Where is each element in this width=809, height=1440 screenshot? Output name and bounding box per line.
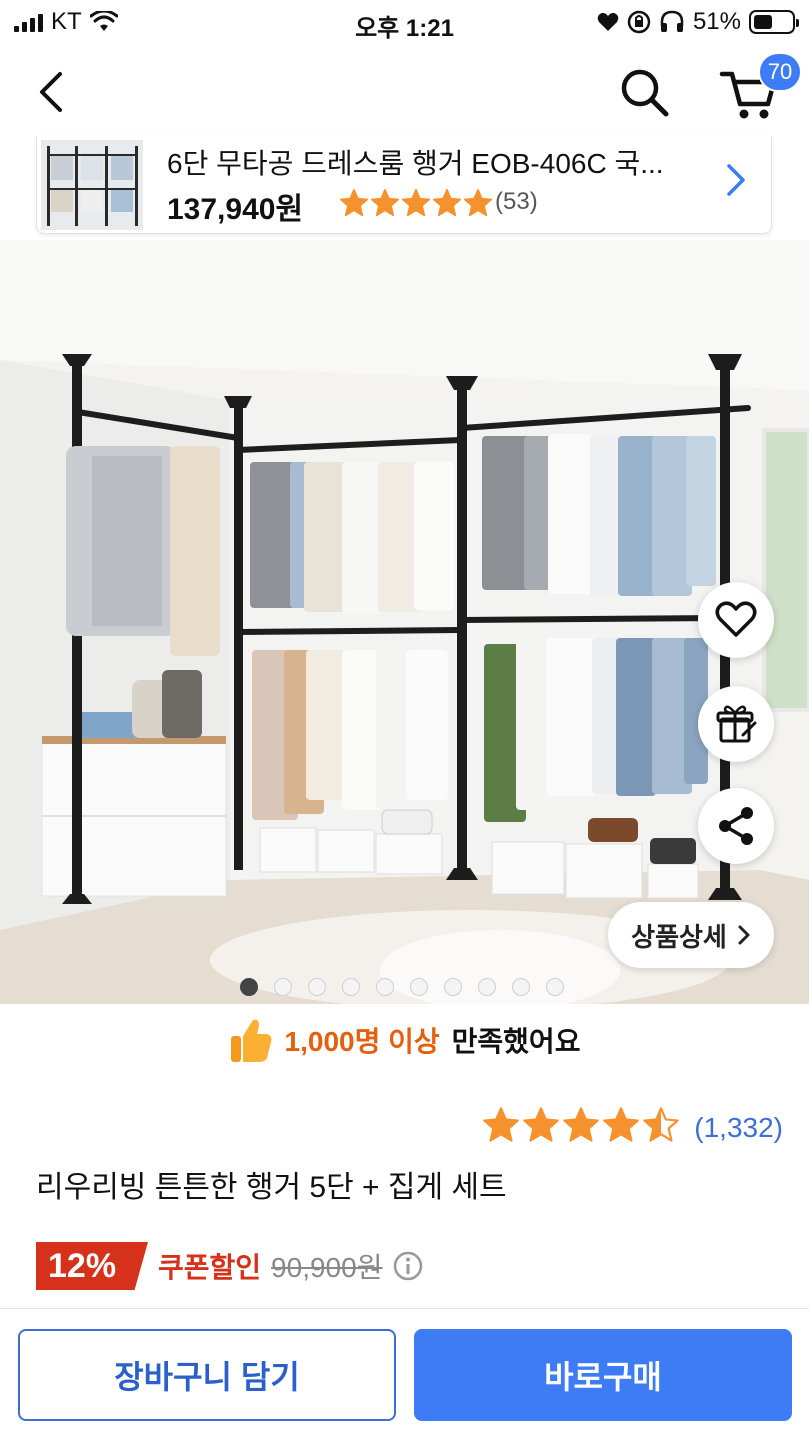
star-icon <box>522 1106 560 1149</box>
share-button[interactable] <box>698 788 774 864</box>
thumbs-up-icon <box>230 1019 272 1062</box>
satisfaction-banner: 1,000명 이상 만족했어요 <box>0 1008 809 1072</box>
battery-percent: 51% <box>692 8 741 35</box>
star-icon <box>339 188 369 223</box>
product-rating[interactable]: (1,332) <box>482 1106 783 1149</box>
status-right: 51% <box>597 8 799 36</box>
product-detail-button[interactable]: 상품상세 <box>608 902 774 968</box>
carousel-page-indicator <box>240 978 564 996</box>
top-nav: 70 <box>0 50 809 134</box>
status-bar: KT 오후 1:21 51% <box>0 0 809 46</box>
discount-badge: 12% <box>36 1242 148 1290</box>
search-icon <box>621 69 669 117</box>
star-icon <box>463 188 493 223</box>
star-icon <box>562 1106 600 1149</box>
buy-now-button[interactable]: 바로구매 <box>414 1329 792 1421</box>
wishlist-button[interactable] <box>698 582 774 658</box>
lock-rotation-icon <box>627 10 651 34</box>
review-count-link[interactable]: (1,332) <box>694 1112 783 1144</box>
carousel-dot[interactable] <box>308 978 326 996</box>
heart-status-icon <box>597 12 619 31</box>
coupon-label: 쿠폰할인 <box>158 1252 262 1283</box>
heart-icon <box>715 601 757 637</box>
star-icon <box>370 188 400 223</box>
search-button[interactable] <box>614 62 674 122</box>
share-icon <box>719 807 753 845</box>
chevron-right-icon <box>721 160 751 200</box>
star-icon <box>482 1106 520 1149</box>
gift-button[interactable] <box>698 686 774 762</box>
carousel-dot[interactable] <box>274 978 292 996</box>
gift-icon <box>716 705 757 743</box>
battery-icon <box>749 10 799 34</box>
add-to-cart-button[interactable]: 장바구니 담기 <box>18 1329 396 1421</box>
recent-product-price: 137,940원 <box>167 193 304 226</box>
star-icon <box>602 1106 640 1149</box>
cart-count-badge: 70 <box>758 52 802 92</box>
recent-product-title: 6단 무타공 드레스룸 행거 EOB-406C 국... <box>167 148 664 179</box>
back-button[interactable] <box>26 64 82 120</box>
star-icon <box>642 1106 680 1149</box>
product-photo <box>0 240 809 1004</box>
product-detail-label: 상품상세 <box>631 921 727 952</box>
recent-product-stars <box>339 188 493 223</box>
satisfaction-highlight: 1,000명 이상 <box>284 1026 440 1057</box>
chevron-right-icon <box>738 925 750 945</box>
carousel-dot[interactable] <box>410 978 428 996</box>
rating-stars <box>482 1106 680 1149</box>
bottom-action-bar: 장바구니 담기 바로구매 <box>0 1308 809 1440</box>
recent-product-bar[interactable]: 6단 무타공 드레스룸 행거 EOB-406C 국... 137,940원 (5… <box>36 136 772 234</box>
satisfaction-text: 만족했어요 <box>451 1026 581 1057</box>
carousel-dot[interactable] <box>546 978 564 996</box>
carousel-dot[interactable] <box>444 978 462 996</box>
original-price: 90,900원 <box>271 1252 383 1283</box>
recent-product-review-count: (53) <box>495 188 538 215</box>
price-row: 12% 쿠폰할인 90,900원 <box>36 1242 424 1290</box>
info-icon[interactable] <box>392 1250 424 1282</box>
star-icon <box>401 188 431 223</box>
chevron-left-icon <box>40 72 62 112</box>
carousel-dot[interactable] <box>376 978 394 996</box>
recent-product-thumbnail <box>41 140 143 230</box>
star-icon <box>432 188 462 223</box>
carousel-dot[interactable] <box>342 978 360 996</box>
carousel-dot[interactable] <box>240 978 258 996</box>
product-image-carousel[interactable]: 상품상세 <box>0 240 809 1004</box>
carousel-dot[interactable] <box>478 978 496 996</box>
product-title: 리우리빙 튼튼한 행거 5단 + 집게 세트 <box>36 1171 507 1204</box>
carousel-dot[interactable] <box>512 978 530 996</box>
headphones-icon <box>660 10 684 32</box>
